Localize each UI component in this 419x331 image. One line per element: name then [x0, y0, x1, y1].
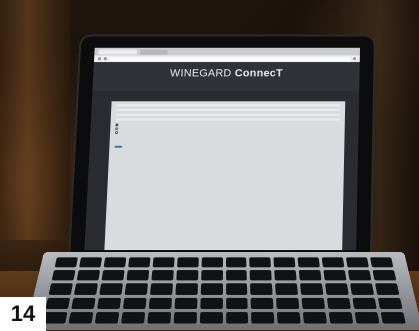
- keyboard-key[interactable]: [251, 311, 275, 324]
- keyboard-key[interactable]: [51, 270, 76, 281]
- keyboard-key[interactable]: [276, 297, 300, 309]
- keyboard-key[interactable]: [101, 270, 125, 281]
- keyboard-key[interactable]: [225, 297, 249, 309]
- keyboard-key[interactable]: [71, 297, 96, 309]
- keyboard-key[interactable]: [96, 297, 121, 309]
- keyboard: [42, 257, 406, 324]
- keyboard-key[interactable]: [277, 311, 301, 324]
- forward-icon[interactable]: [103, 57, 107, 61]
- laptop-lid: WINEGARD ConnecT: [70, 36, 374, 259]
- keyboard-key[interactable]: [225, 257, 247, 268]
- radio-option[interactable]: [115, 127, 340, 131]
- bookshelf: [0, 0, 70, 240]
- keyboard-key[interactable]: [345, 257, 369, 268]
- brand-product: ConnecT: [231, 67, 284, 80]
- keyboard-key[interactable]: [321, 257, 345, 268]
- keyboard-key[interactable]: [175, 270, 198, 281]
- submit-button[interactable]: [114, 145, 123, 148]
- radio-button[interactable]: [115, 127, 119, 131]
- keyboard-key[interactable]: [325, 283, 349, 295]
- keyboard-key[interactable]: [249, 257, 272, 268]
- keyboard-key[interactable]: [122, 297, 147, 309]
- keyboard-key[interactable]: [225, 311, 249, 324]
- keyboard-key[interactable]: [250, 297, 274, 309]
- keyboard-key[interactable]: [120, 311, 145, 324]
- keyboard-key[interactable]: [250, 270, 273, 281]
- keyboard-key[interactable]: [350, 283, 375, 295]
- browser-tab[interactable]: [140, 49, 168, 54]
- brand-logo: WINEGARD ConnecT: [93, 68, 360, 79]
- browser-tab-bar: [94, 47, 361, 56]
- keyboard-key[interactable]: [173, 311, 197, 324]
- keyboard-key[interactable]: [375, 283, 400, 295]
- keyboard-key[interactable]: [201, 257, 223, 268]
- keyboard-key[interactable]: [274, 270, 297, 281]
- keyboard-key[interactable]: [370, 257, 394, 268]
- keyboard-key[interactable]: [152, 257, 175, 268]
- keyboard-key[interactable]: [380, 311, 406, 324]
- keyboard-key[interactable]: [303, 311, 328, 324]
- keyboard-key[interactable]: [103, 257, 127, 268]
- keyboard-key[interactable]: [76, 270, 100, 281]
- keyboard-key[interactable]: [94, 311, 120, 324]
- keyboard-key[interactable]: [73, 283, 98, 295]
- keyboard-key[interactable]: [299, 270, 322, 281]
- keyboard-key[interactable]: [354, 311, 380, 324]
- keyboard-key[interactable]: [199, 297, 223, 309]
- keyboard-key[interactable]: [327, 297, 352, 309]
- form-field: [116, 104, 341, 107]
- page-header: WINEGARD ConnecT: [92, 62, 360, 91]
- keyboard-key[interactable]: [372, 270, 397, 281]
- figure-number-badge: 14: [0, 297, 46, 331]
- keyboard-key[interactable]: [78, 257, 102, 268]
- back-icon[interactable]: [97, 57, 102, 61]
- form-field: [116, 109, 341, 111]
- menu-icon[interactable]: [352, 57, 356, 61]
- radio-button[interactable]: [115, 123, 119, 127]
- keyboard-key[interactable]: [225, 283, 248, 295]
- keyboard-key[interactable]: [328, 311, 354, 324]
- radio-option[interactable]: [115, 123, 340, 127]
- form-field: [115, 113, 341, 116]
- url-input[interactable]: [109, 56, 351, 61]
- keyboard-key[interactable]: [300, 283, 324, 295]
- keyboard-key[interactable]: [377, 297, 403, 309]
- keyboard-key[interactable]: [174, 297, 198, 309]
- keyboard-key[interactable]: [301, 297, 326, 309]
- keyboard-key[interactable]: [124, 283, 148, 295]
- keyboard-key[interactable]: [297, 257, 321, 268]
- keyboard-key[interactable]: [323, 270, 347, 281]
- browser-address-bar: [93, 55, 360, 63]
- keyboard-key[interactable]: [250, 283, 273, 295]
- keyboard-key[interactable]: [175, 283, 198, 295]
- laptop-screen: WINEGARD ConnecT: [84, 47, 361, 251]
- laptop-keyboard-deck: [25, 252, 419, 330]
- keyboard-key[interactable]: [348, 270, 372, 281]
- browser-tab[interactable]: [98, 49, 138, 54]
- radio-button[interactable]: [114, 131, 119, 135]
- keyboard-key[interactable]: [149, 283, 173, 295]
- keyboard-key[interactable]: [45, 297, 71, 309]
- keyboard-key[interactable]: [68, 311, 94, 324]
- keyboard-key[interactable]: [151, 270, 174, 281]
- keyboard-key[interactable]: [147, 311, 171, 324]
- keyboard-key[interactable]: [225, 270, 248, 281]
- keyboard-key[interactable]: [352, 297, 377, 309]
- keyboard-key[interactable]: [200, 283, 223, 295]
- settings-panel: [104, 101, 346, 251]
- form-field: [115, 118, 340, 121]
- keyboard-key[interactable]: [200, 270, 223, 281]
- keyboard-key[interactable]: [199, 311, 223, 324]
- keyboard-key[interactable]: [148, 297, 172, 309]
- keyboard-key[interactable]: [275, 283, 299, 295]
- keyboard-key[interactable]: [127, 257, 151, 268]
- brand-name: WINEGARD: [169, 67, 232, 80]
- keyboard-key[interactable]: [273, 257, 296, 268]
- keyboard-key[interactable]: [48, 283, 73, 295]
- radio-option[interactable]: [114, 131, 340, 135]
- keyboard-key[interactable]: [176, 257, 199, 268]
- keyboard-key[interactable]: [99, 283, 123, 295]
- keyboard-key[interactable]: [54, 257, 78, 268]
- keyboard-key[interactable]: [126, 270, 149, 281]
